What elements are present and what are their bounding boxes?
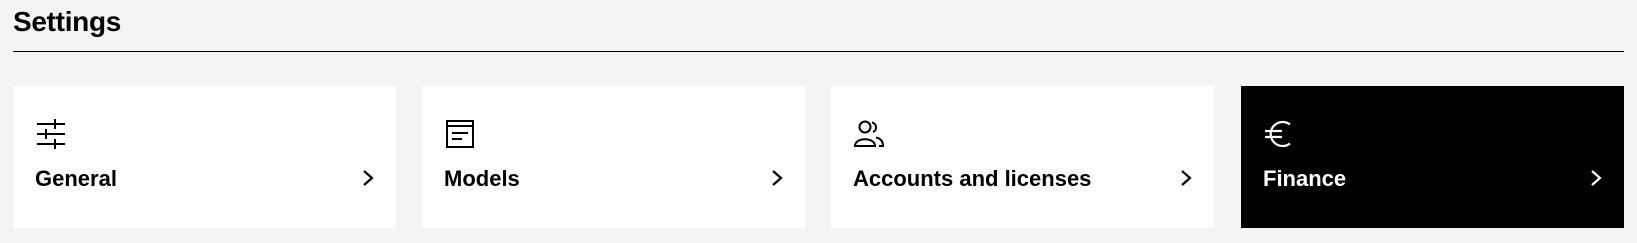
chevron-right-icon <box>767 168 787 188</box>
document-window-icon <box>444 118 476 150</box>
chevron-right-icon <box>1176 168 1196 188</box>
card-general[interactable]: General <box>13 86 396 228</box>
users-icon <box>853 118 885 150</box>
card-models-label: Models <box>444 166 520 191</box>
card-finance-label: Finance <box>1263 166 1347 191</box>
euro-icon <box>1263 118 1295 150</box>
page-title: Settings <box>13 6 122 37</box>
page-header: Settings <box>13 0 1624 52</box>
card-accounts-label: Accounts and licenses <box>853 166 1092 191</box>
card-models[interactable]: Models <box>422 86 805 228</box>
sliders-icon <box>35 118 67 150</box>
settings-cards: General Models Accounts and licenses Fin… <box>13 86 1624 228</box>
card-finance[interactable]: Finance <box>1241 86 1624 228</box>
chevron-right-icon <box>1586 168 1606 188</box>
card-general-label: General <box>35 166 117 191</box>
card-accounts-and-licenses[interactable]: Accounts and licenses <box>831 86 1214 228</box>
chevron-right-icon <box>358 168 378 188</box>
